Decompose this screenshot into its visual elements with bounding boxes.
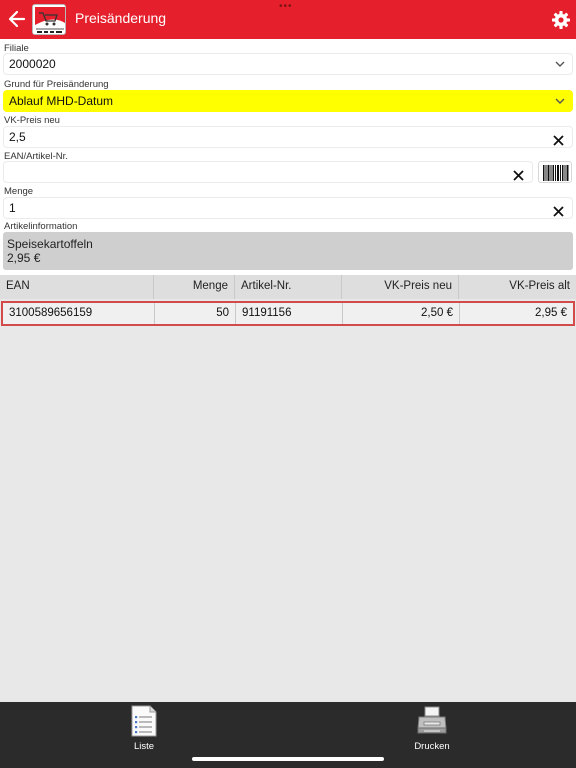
app-header: Preisänderung ••• (0, 0, 576, 39)
artikel-name: Speisekartoffeln (7, 237, 93, 251)
table-header: EAN Menge Artikel-Nr. VK-Preis neu VK-Pr… (0, 275, 576, 299)
cell-ean: 3100589656159 (3, 303, 155, 324)
cell-artikel: 91191156 (236, 303, 343, 324)
table-row[interactable]: 3100589656159 50 91191156 2,50 € 2,95 € (1, 301, 575, 326)
ean-input[interactable] (3, 161, 533, 183)
column-header-vk-alt[interactable]: VK-Preis alt (459, 275, 576, 299)
clear-icon[interactable] (553, 203, 564, 217)
artikel-price: 2,95 € (7, 251, 41, 265)
grund-label: Grund für Preisänderung (4, 79, 109, 90)
vkpreis-value: 2,5 (9, 130, 26, 144)
back-arrow-icon[interactable] (6, 7, 28, 31)
column-header-artikel[interactable]: Artikel-Nr. (235, 275, 342, 299)
list-icon (128, 705, 160, 737)
chevron-down-icon (554, 57, 566, 71)
drucken-button[interactable]: Drucken (372, 702, 492, 756)
multitask-dots[interactable]: ••• (279, 2, 293, 12)
grund-select[interactable]: Ablauf MHD-Datum (3, 90, 573, 112)
cell-menge: 50 (155, 303, 236, 324)
artikelinfo-box: Speisekartoffeln 2,95 € (3, 232, 573, 270)
column-header-vk-neu[interactable]: VK-Preis neu (342, 275, 459, 299)
cell-vk-neu: 2,50 € (343, 303, 460, 324)
vkpreis-label: VK-Preis neu (4, 115, 60, 126)
grund-value: Ablauf MHD-Datum (9, 94, 114, 108)
drucken-label: Drucken (414, 741, 450, 752)
gear-icon[interactable] (551, 10, 571, 30)
liste-button[interactable]: Liste (84, 702, 204, 756)
barcode-scan-button[interactable] (538, 161, 572, 183)
cell-vk-alt: 2,95 € (535, 307, 567, 319)
clear-icon[interactable] (553, 132, 564, 146)
menge-input[interactable]: 1 (3, 197, 573, 219)
printer-icon (416, 705, 448, 737)
menge-label: Menge (4, 186, 34, 197)
liste-label: Liste (133, 741, 155, 752)
app-logo (32, 4, 66, 35)
clear-icon[interactable] (513, 167, 524, 181)
filiale-select[interactable]: 2000020 (3, 53, 573, 75)
page-title: Preisänderung (75, 10, 167, 26)
chevron-down-icon (554, 94, 566, 108)
column-header-ean[interactable]: EAN (0, 275, 154, 299)
menge-value: 1 (9, 201, 16, 215)
column-header-menge[interactable]: Menge (154, 275, 235, 299)
filiale-value: 2000020 (9, 57, 56, 71)
vkpreis-input[interactable]: 2,5 (3, 126, 573, 148)
home-indicator[interactable] (192, 757, 384, 761)
artikelinfo-label: Artikelinformation (4, 221, 78, 232)
barcode-icon (542, 164, 570, 187)
